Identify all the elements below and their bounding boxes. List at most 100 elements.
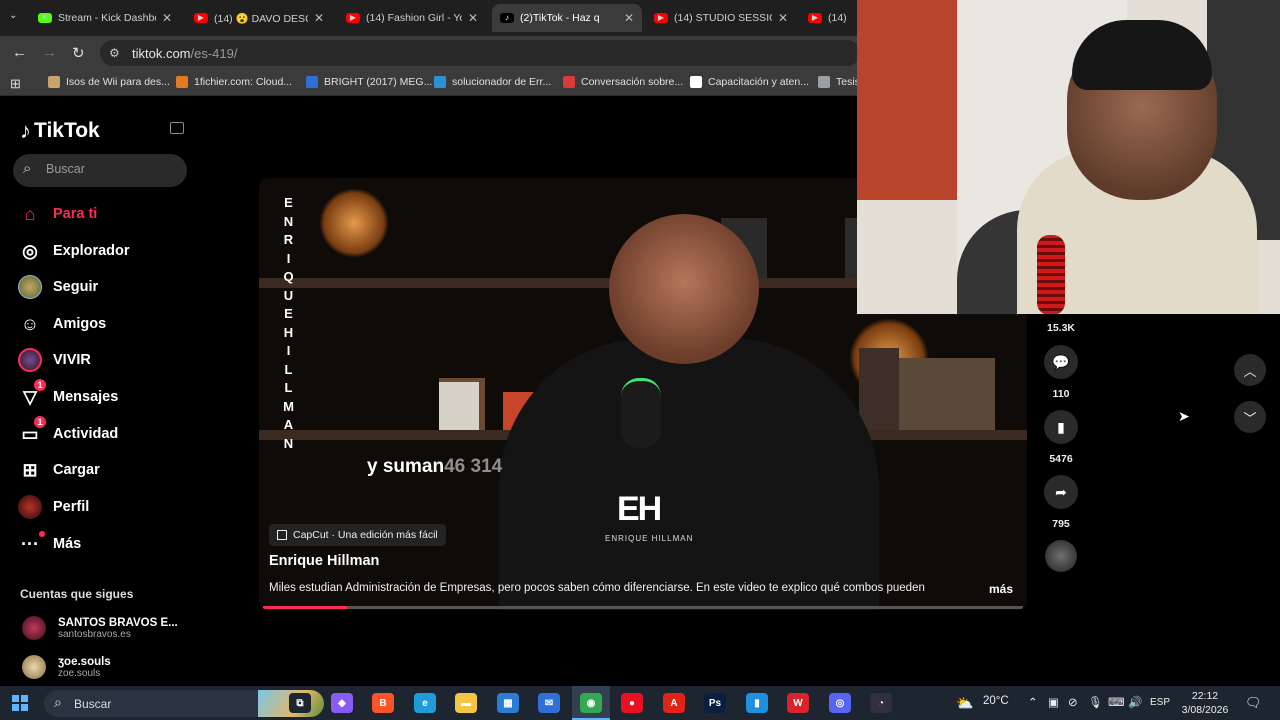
previous-video-button[interactable]: ︿ [1234, 354, 1266, 386]
bookmark-label: Conversación sobre... [581, 76, 684, 88]
brave-icon[interactable]: B [372, 693, 394, 713]
sidebar-item-profile[interactable]: Perfil [18, 493, 188, 521]
bookmark-label: solucionador de Err... [452, 76, 552, 88]
microphone-icon[interactable]: 🎙 [1088, 695, 1103, 709]
bookmark-favicon-icon [176, 76, 188, 88]
copilot-icon[interactable]: ◆ [331, 693, 353, 713]
sound-avatar[interactable] [1045, 540, 1077, 572]
next-video-button[interactable]: ﹀ [1234, 401, 1266, 433]
browser-tab[interactable]: ▶ (14) 😮 DAVO DESCU ✕ [186, 4, 332, 32]
capcut-tag[interactable]: CapCut · Una edición más fácil [269, 524, 446, 546]
obs-icon[interactable]: ◔ [870, 693, 892, 713]
tray-overflow-icon[interactable]: ⌃ [1028, 695, 1038, 709]
tiktok-note-icon: ♪ [20, 118, 31, 143]
tab-title: (14) STUDIO SESSION [674, 12, 772, 24]
sidebar-item-friends[interactable]: ☺ Amigos [18, 310, 188, 338]
tab-close-icon[interactable]: ✕ [314, 11, 324, 25]
browser-tab[interactable]: K Stream - Kick Dashbo ✕ [30, 4, 180, 32]
video-author[interactable]: Enrique Hillman [269, 553, 379, 569]
wps-icon[interactable]: W [787, 693, 809, 713]
network-icon[interactable]: ⌨ [1108, 695, 1125, 709]
url-field[interactable]: ⚙ tiktok.com/es-419/ [100, 40, 860, 66]
sidebar-item-upload[interactable]: ⊞ Cargar [18, 456, 188, 484]
collapse-sidebar-icon[interactable] [170, 122, 184, 134]
tab-close-icon[interactable]: ✕ [624, 11, 634, 25]
bookmark-item[interactable]: Capacitación y aten... [690, 76, 809, 88]
store-icon[interactable]: ▦ [497, 693, 519, 713]
book [859, 348, 899, 430]
mail-icon[interactable]: ✉ [538, 693, 560, 713]
tab-close-icon[interactable]: ✕ [468, 11, 478, 25]
tray-app-icon[interactable]: ⊘ [1068, 695, 1078, 709]
stats-app-icon[interactable]: ▮ [746, 693, 768, 713]
task-view-icon[interactable]: ⧉ [289, 693, 311, 713]
search-box[interactable]: ⌕ [13, 154, 187, 187]
apps-grid-icon[interactable]: ⊞ [10, 76, 21, 92]
site-info-icon[interactable]: ⚙ [109, 46, 120, 60]
back-arrow-icon[interactable]: ← [12, 44, 27, 61]
new-dot [39, 531, 45, 537]
sidebar-item-label: Mensajes [53, 389, 119, 405]
tray-device-icon[interactable]: ▣ [1048, 695, 1059, 709]
sidebar-item-live[interactable]: VIVIR [18, 346, 188, 374]
browser-tab[interactable]: ▶ (14) Fashion Girl - Yo ✕ [338, 4, 486, 32]
volume-icon[interactable]: 🔊 [1128, 695, 1142, 709]
tab-search-chevron-icon[interactable]: ⌄ [9, 10, 17, 21]
forward-arrow-icon[interactable]: → [42, 44, 57, 61]
photoshop-icon[interactable]: Ps [704, 693, 726, 713]
bookmark-item[interactable]: Conversación sobre... [563, 76, 683, 88]
bookmark-item[interactable]: Isos de Wii para des... [48, 76, 170, 88]
taskbar-search[interactable]: ⌕ Buscar [44, 690, 324, 717]
friends-icon: ☺ [20, 313, 40, 334]
browser-tab[interactable]: ▶ (14) STUDIO SESSION ✕ [646, 4, 796, 32]
search-input[interactable] [46, 162, 176, 176]
system-clock[interactable]: 22:12 3/08/2026 [1176, 689, 1234, 717]
sidebar-item-activity[interactable]: ▭ 1 Actividad [18, 416, 188, 448]
bookmark-item[interactable]: solucionador de Err... [434, 76, 551, 88]
sidebar-item-more[interactable]: ··· Más [18, 530, 188, 558]
sidebar-item-following-avatar[interactable]: Seguir [18, 273, 188, 301]
language-indicator[interactable]: ESP [1150, 697, 1170, 708]
speaker-body [499, 338, 879, 610]
tab-close-icon[interactable]: ✕ [162, 11, 172, 25]
windows-start-icon[interactable] [12, 695, 28, 711]
video-progress-bar[interactable] [263, 606, 1023, 609]
browser-tab[interactable]: ▶ (14) LE [800, 4, 856, 32]
notification-badge: 1 [34, 416, 46, 428]
bookmark-label: Isos de Wii para des... [66, 76, 170, 88]
comment-button[interactable]: 💬 [1044, 345, 1078, 379]
save-button[interactable]: ▮ [1044, 410, 1078, 444]
sidebar-item-compass[interactable]: ◎ Explorador [18, 237, 188, 265]
sidebar-item-messages[interactable]: ▽ 1 Mensajes [18, 379, 188, 411]
live-icon [18, 348, 42, 372]
chrome-icon[interactable]: ◉ [580, 693, 602, 713]
notifications-icon[interactable]: 🗨 [1245, 695, 1262, 711]
tab-close-icon[interactable]: ✕ [778, 11, 788, 25]
tiktok-logo[interactable]: ♪ TikTok [20, 118, 100, 144]
file-explorer-icon[interactable]: ▬ [455, 693, 477, 713]
edge-icon[interactable]: e [414, 693, 436, 713]
speaker-head [609, 214, 759, 364]
bookmark-label: Capacitación y aten... [708, 76, 809, 88]
save-count: 5476 [1049, 453, 1073, 465]
sidebar-item-home[interactable]: ⌂ Para ti [18, 200, 188, 228]
bookmark-item[interactable]: 1fichier.com: Cloud... [176, 76, 292, 88]
adobe-icon[interactable]: A [663, 693, 685, 713]
bookmark-item[interactable]: BRIGHT (2017) MEG... [306, 76, 432, 88]
followed-account[interactable]: ʒoe.souls zoe.souls [22, 655, 111, 679]
discord-icon[interactable]: ◎ [829, 693, 851, 713]
browser-tab[interactable]: ♪ (2)TikTok - Haz q ✕ [492, 4, 642, 32]
url-text: tiktok.com/es-419/ [132, 46, 238, 61]
sidebar-item-label: Para ti [53, 206, 98, 222]
share-button[interactable]: ➦ [1044, 475, 1078, 509]
webcam-overlay [857, 0, 1280, 314]
more-button[interactable]: más [989, 582, 1013, 596]
bookmark-label: 1fichier.com: Cloud... [194, 76, 293, 88]
weather-icon[interactable]: ⛅ [956, 695, 973, 712]
weather-temp[interactable]: 20°C [983, 695, 1009, 707]
followed-account[interactable]: SANTOS BRAVOS E... santosbravos.es [22, 616, 178, 640]
reload-icon[interactable]: ↻ [72, 44, 85, 62]
recorder-icon[interactable]: ● [621, 693, 643, 713]
search-icon: ⌕ [23, 160, 32, 177]
bookmark-item[interactable]: Tesis [818, 76, 860, 88]
